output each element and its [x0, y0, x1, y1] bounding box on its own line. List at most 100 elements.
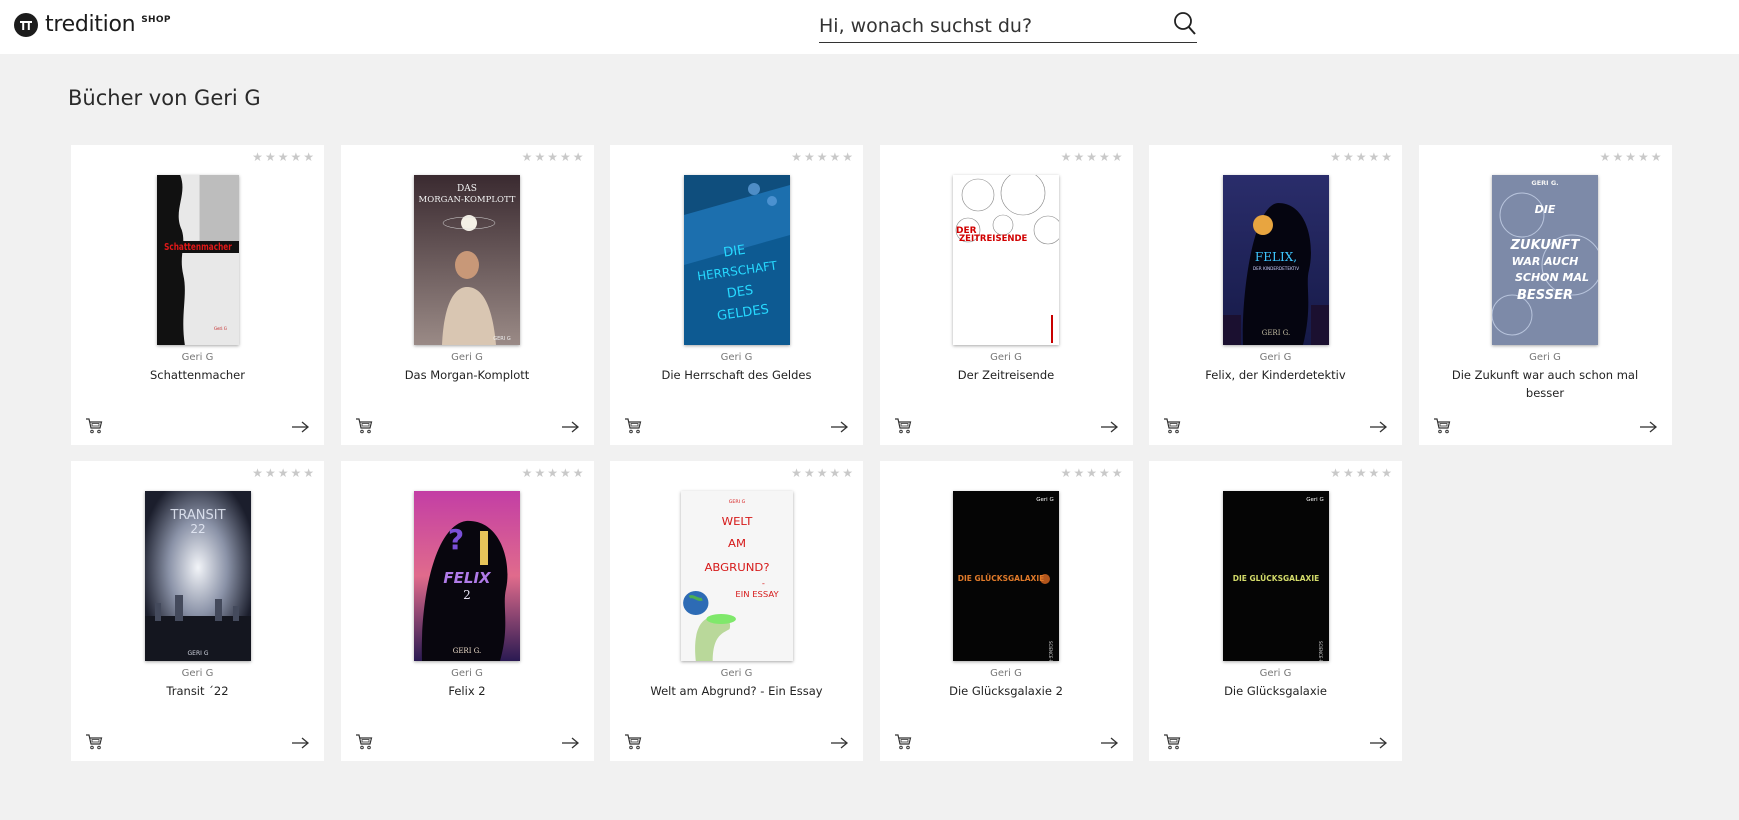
- book-title[interactable]: Die Glücksgalaxie 2: [900, 682, 1113, 700]
- cart-icon[interactable]: [1163, 417, 1181, 435]
- svg-text:Geri G: Geri G: [1036, 497, 1053, 503]
- star-icon: ★: [572, 150, 584, 164]
- book-cover[interactable]: Geri G DIE GLÜCKSGALAXIE SCIENCE-FICTION: [953, 491, 1059, 661]
- book-card[interactable]: ★ ★ ★ ★ ★ GERI G. DIE ZUKUNFT WAR AUCH SCHON MAL…: [1418, 145, 1672, 445]
- svg-text:GERI G.: GERI G.: [1261, 329, 1290, 337]
- arrow-right-icon[interactable]: [829, 735, 849, 751]
- svg-text:DIE GLÜCKSGALAXIE: DIE GLÜCKSGALAXIE: [1232, 574, 1318, 583]
- svg-text:SCIENCE-FICTION: SCIENCE-FICTION: [1048, 641, 1053, 661]
- arrow-right-icon[interactable]: [1368, 419, 1388, 435]
- star-icon: ★: [1098, 466, 1110, 480]
- book-card[interactable]: ★ ★ ★ ★ ★ FELIX, DER KINDERDETEKTIV GERI G. Ge…: [1149, 145, 1402, 445]
- star-icon: ★: [1111, 150, 1123, 164]
- book-card[interactable]: ★ ★ ★ ★ ★ TRANSIT 22 GERI G Geri G Transit ´22: [71, 461, 324, 761]
- arrow-right-icon[interactable]: [290, 735, 310, 751]
- star-icon: ★: [547, 150, 558, 164]
- book-card[interactable]: ★ ★ ★ ★ ★ ? FELIX 2 GERI G. Geri G Felix 2: [340, 461, 594, 761]
- book-title[interactable]: Transit ´22: [91, 682, 304, 700]
- arrow-right-icon[interactable]: [560, 735, 580, 751]
- book-title[interactable]: Welt am Abgrund? - Ein Essay: [630, 682, 843, 700]
- book-card[interactable]: ★ ★ ★ ★ ★ Geri G DIE GLÜCKSGALAXIE SCIENCE-FIC…: [879, 461, 1133, 761]
- cart-icon[interactable]: [894, 733, 912, 751]
- svg-text:MORGAN-KOMPLOTT: MORGAN-KOMPLOTT: [419, 195, 516, 205]
- cart-icon[interactable]: [624, 733, 642, 751]
- book-title[interactable]: Der Zeitreisende: [900, 366, 1113, 384]
- star-icon: ★: [829, 466, 841, 480]
- arrow-right-icon[interactable]: [1099, 735, 1119, 751]
- arrow-right-icon[interactable]: [290, 419, 310, 435]
- book-title[interactable]: Felix, der Kinderdetektiv: [1169, 366, 1382, 384]
- book-author: Geri G: [990, 352, 1022, 363]
- book-author: Geri G: [720, 352, 753, 363]
- book-cover[interactable]: Geri G DIE GLÜCKSGALAXIE SCIENCE-FICTION: [1222, 491, 1329, 661]
- rating-stars[interactable]: ★ ★ ★ ★ ★: [252, 466, 314, 480]
- star-icon: ★: [1355, 150, 1367, 164]
- svg-text:SCHON MAL: SCHON MAL: [1515, 271, 1589, 284]
- arrow-right-icon[interactable]: [1368, 735, 1388, 751]
- cart-icon[interactable]: [85, 733, 103, 751]
- book-card[interactable]: ★ ★ ★ ★ ★ DER ZEITREISENDE Geri G Der Zeitrei…: [879, 145, 1133, 445]
- book-title[interactable]: Das Morgan-Komplott: [361, 366, 574, 384]
- rating-stars[interactable]: ★ ★ ★ ★ ★: [791, 466, 853, 480]
- page-title: Bücher von Geri G: [68, 86, 261, 110]
- book-card[interactable]: ★ ★ ★ ★ ★ GERI G WELT AM ABGRUND? - EIN ESSAY Ger…: [610, 461, 863, 761]
- cart-icon[interactable]: [1163, 733, 1181, 751]
- rating-stars[interactable]: ★ ★ ★ ★ ★: [1061, 466, 1123, 480]
- book-cover[interactable]: DAS MORGAN-KOMPLOTT GERI G: [414, 175, 520, 345]
- star-icon: ★: [521, 150, 533, 164]
- star-icon: ★: [803, 150, 815, 164]
- cart-icon[interactable]: [355, 733, 373, 751]
- book-cover[interactable]: ? FELIX 2 GERI G.: [414, 491, 520, 661]
- star-icon: ★: [534, 150, 546, 164]
- rating-stars[interactable]: ★ ★ ★ ★ ★: [1330, 466, 1392, 480]
- tredition-logo[interactable]: tredition SHOP: [14, 12, 171, 38]
- arrow-right-icon[interactable]: [560, 419, 580, 435]
- cart-icon[interactable]: [85, 417, 103, 435]
- rating-stars[interactable]: ★ ★ ★ ★ ★: [1600, 150, 1662, 164]
- book-title[interactable]: Die Herrschaft des Geldes: [630, 366, 843, 384]
- rating-stars[interactable]: ★ ★ ★ ★ ★: [252, 150, 314, 164]
- book-cover[interactable]: DIE HERRSCHAFT DES GELDES: [683, 175, 790, 345]
- arrow-right-icon[interactable]: [1099, 419, 1119, 435]
- book-title[interactable]: Die Glücksgalaxie: [1169, 682, 1382, 700]
- book-card[interactable]: ★ ★ ★ ★ ★ Schattenmacher Geri G Geri G Schatt…: [71, 145, 324, 445]
- book-cover[interactable]: GERI G WELT AM ABGRUND? - EIN ESSAY: [680, 491, 793, 661]
- book-card[interactable]: ★ ★ ★ ★ ★ Geri G DIE GLÜCKSGALAXIE SCIENCE-FIC…: [1149, 461, 1402, 761]
- star-icon: ★: [1073, 466, 1085, 480]
- cart-icon[interactable]: [624, 417, 642, 435]
- svg-text:-: -: [761, 578, 764, 588]
- svg-text:ZEITREISENDE: ZEITREISENDE: [959, 234, 1028, 244]
- rating-stars[interactable]: ★ ★ ★ ★ ★: [1330, 150, 1392, 164]
- book-cover[interactable]: TRANSIT 22 GERI G: [144, 491, 251, 661]
- book-title[interactable]: Felix 2: [361, 682, 574, 700]
- book-author: Geri G: [451, 352, 483, 363]
- book-cover[interactable]: FELIX, DER KINDERDETEKTIV GERI G.: [1222, 175, 1329, 345]
- cart-icon[interactable]: [355, 417, 373, 435]
- star-icon: ★: [1381, 150, 1392, 164]
- svg-text:DAS: DAS: [457, 184, 477, 194]
- book-card[interactable]: ★ ★ ★ ★ ★ DAS MORGAN-KOMPLOTT GERI G Geri G Da…: [340, 145, 594, 445]
- star-icon: ★: [829, 150, 841, 164]
- star-icon: ★: [559, 466, 571, 480]
- search-input[interactable]: [819, 10, 1149, 42]
- search-icon[interactable]: [1173, 11, 1197, 37]
- book-cover[interactable]: GERI G. DIE ZUKUNFT WAR AUCH SCHON MAL BESSER: [1492, 175, 1598, 345]
- book-card[interactable]: ★ ★ ★ ★ ★ DIE HERRSCHAFT DES GELDES Geri G Die …: [610, 145, 863, 445]
- star-icon: ★: [264, 466, 276, 480]
- book-title[interactable]: Die Zukunft war auch schon mal besser: [1439, 366, 1652, 402]
- star-icon: ★: [1368, 466, 1380, 480]
- book-cover[interactable]: DER ZEITREISENDE: [953, 175, 1059, 345]
- book-cover[interactable]: Schattenmacher Geri G: [156, 175, 239, 345]
- rating-stars[interactable]: ★ ★ ★ ★ ★: [522, 466, 584, 480]
- rating-stars[interactable]: ★ ★ ★ ★ ★: [791, 150, 853, 164]
- rating-stars[interactable]: ★ ★ ★ ★ ★: [1061, 150, 1123, 164]
- cart-icon[interactable]: [1433, 417, 1451, 435]
- cart-icon[interactable]: [894, 417, 912, 435]
- svg-text:AM: AM: [728, 537, 746, 550]
- book-author: Geri G: [1529, 352, 1561, 363]
- book-title[interactable]: Schattenmacher: [91, 366, 304, 384]
- arrow-right-icon[interactable]: [1638, 419, 1658, 435]
- logo-shop-label: SHOP: [141, 15, 171, 25]
- arrow-right-icon[interactable]: [829, 419, 849, 435]
- rating-stars[interactable]: ★ ★ ★ ★ ★: [522, 150, 584, 164]
